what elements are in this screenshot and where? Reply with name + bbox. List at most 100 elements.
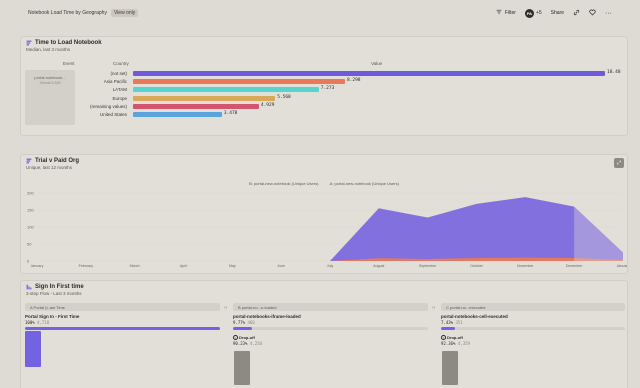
more-icon[interactable]: ··· [605, 10, 612, 17]
dropoff-label: Drop-off [239, 335, 255, 340]
x-tick-label: July [327, 264, 334, 268]
filter-label: Filter [504, 10, 516, 16]
x-tick-label: November [517, 264, 534, 268]
bar[interactable] [133, 103, 259, 109]
step-pct-value: 100% [25, 320, 35, 325]
card-title: Time to Load Notebook [35, 40, 102, 46]
step-count: 460 [247, 320, 255, 325]
step-progress-fill [441, 327, 455, 330]
filter-button[interactable]: Filter [496, 9, 516, 17]
bar-label: (not set) [110, 71, 127, 76]
step-name: Portal Sign In - First Time [25, 314, 80, 319]
share-button[interactable]: Share [551, 10, 564, 16]
bar-row[interactable]: United States 3.478 [81, 111, 621, 118]
dropoff-label: Drop-off [447, 335, 463, 340]
heart-icon[interactable] [589, 9, 596, 18]
funnel-bar-a[interactable] [25, 331, 41, 367]
bar-label: LATAM [112, 87, 127, 93]
bar-row[interactable]: Asia Pacific 8.298 [81, 78, 621, 85]
bar-row[interactable]: (not set) 18.48 [81, 70, 621, 77]
card-title-row: Sign In First time [26, 284, 622, 290]
sign-in-funnel-card: Sign In First time 3-step Flow - Last 3 … [20, 280, 628, 388]
step-head: A Portal (L.ast Time [25, 303, 220, 311]
card-title-row: Time to Load Notebook [26, 40, 622, 46]
bar-value-label: 7.273 [320, 86, 335, 92]
funnel-step-a[interactable]: A Portal (L.ast Time Portal Sign In - Fi… [25, 303, 220, 388]
legend-series-b[interactable]: B: portal-new-notebook (Unique Users) [249, 181, 318, 186]
bar-value-label: 18.48 [607, 70, 621, 75]
chart-icon [26, 40, 32, 46]
x-tick-label: January [617, 264, 627, 268]
info-icon: i [233, 335, 238, 340]
filter-icon [496, 9, 502, 17]
bar[interactable] [133, 71, 605, 76]
bar-label: Asia Pacific [103, 79, 127, 85]
event-name: portal-notebook... [34, 75, 66, 80]
step-pct: 9.77% 460 [233, 320, 428, 325]
y-tick-label: 0 [27, 259, 30, 264]
x-tick-label: January [31, 264, 44, 268]
funnel-step-c[interactable]: C portal-no...executed portal-notebooks-… [441, 303, 625, 388]
link-icon[interactable] [573, 9, 580, 18]
y-tick-label: 150 [27, 208, 34, 213]
step-name: portal-notebooks-iframe-loaded [233, 314, 301, 319]
bar-label: Europe [112, 95, 127, 101]
step-progress [233, 327, 428, 330]
dropoff-pct: 92.36% 4,359 [441, 341, 625, 346]
legend-series-a[interactable]: A: portal-new-notebook (Unique Users) [330, 181, 399, 186]
funnel-bar-c[interactable] [442, 351, 458, 385]
step-head: B portal-no...e-loaded [233, 303, 428, 311]
expand-button[interactable]: ⤢ [614, 158, 624, 168]
view-only-badge: View only [110, 9, 139, 17]
x-tick-label: June [277, 264, 285, 268]
bar[interactable] [133, 95, 276, 101]
trial-v-paid-card: Trial v Paid Org Unique, last 12 months … [20, 154, 628, 274]
bar-label: United States [99, 112, 127, 117]
card-subtitle: Unique, last 12 months [26, 165, 73, 170]
step-count: 351 [455, 320, 463, 325]
step-name: portal-notebooks-cell-executed [441, 314, 508, 319]
bar[interactable] [133, 112, 222, 117]
step-progress-fill [233, 327, 253, 330]
funnel-icon [26, 284, 32, 290]
y-tick-label: 100 [27, 225, 34, 230]
info-icon: i [441, 335, 446, 340]
x-tick-label: February [79, 264, 94, 268]
step-pct-value: 7.43% [441, 320, 454, 325]
funnel-bar-b[interactable] [234, 351, 250, 385]
bar-row[interactable]: (remaining values) 4.929 [81, 103, 621, 110]
bar[interactable] [133, 79, 345, 85]
avatar-count: +5 [535, 10, 542, 16]
dropoff-pct: 90.23% 4,250 [233, 341, 428, 346]
step-count: 4,710 [37, 320, 50, 325]
x-tick-label: May [229, 264, 236, 268]
funnel-step-b[interactable]: B portal-no...e-loaded portal-notebooks-… [233, 303, 428, 388]
x-tick-label: April [180, 264, 187, 268]
card-title: Sign In First time [35, 284, 84, 290]
bar-row[interactable]: LATAM 7.273 [81, 86, 621, 93]
avatar: PA [524, 8, 534, 18]
bar-value-label: 4.929 [260, 102, 275, 108]
top-bar: Notebook Load Time by Geography View onl… [0, 0, 640, 26]
dropoff-count: 4,359 [457, 341, 470, 346]
bar-row[interactable]: Europe 5.568 [81, 95, 621, 102]
col-header-value: Value [371, 61, 383, 66]
x-tick-label: August [373, 264, 384, 268]
event-overall: Overall 5.325 [39, 81, 61, 85]
top-bar-actions: Filter PA +5 Share ··· [496, 8, 612, 18]
series-area[interactable] [37, 197, 623, 261]
step-arrow-icon: ‹› [432, 305, 436, 311]
report-title: Notebook Load Time by Geography [28, 10, 107, 16]
series-area[interactable] [37, 257, 623, 261]
step-pct: 100% 4,710 [25, 320, 220, 325]
bar[interactable] [133, 87, 319, 93]
partial-period-overlay [574, 206, 623, 261]
chart-legend: B: portal-new-notebook (Unique Users) A:… [21, 181, 627, 186]
time-to-load-card: Time to Load Notebook Median, last 3 mon… [20, 36, 628, 136]
card-title: Trial v Paid Org [35, 158, 80, 164]
collaborators[interactable]: PA +5 [524, 8, 542, 18]
col-header-event: Event [63, 61, 75, 66]
dropoff-pct-value: 90.23% [233, 341, 248, 346]
step-progress [25, 327, 220, 330]
step-progress-fill [25, 327, 220, 330]
